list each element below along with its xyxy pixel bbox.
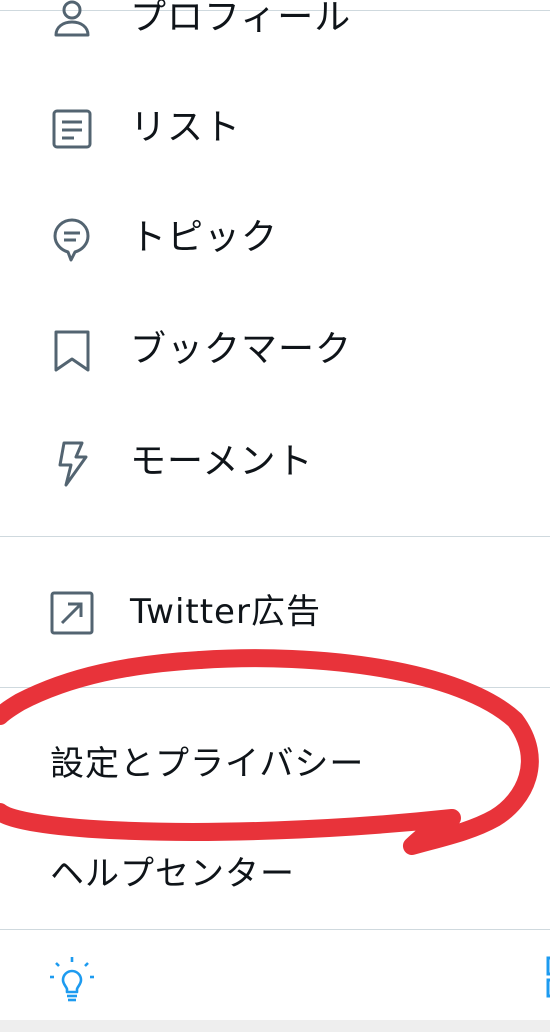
bottom-bar	[0, 930, 550, 1020]
menu-item-topics[interactable]: トピック	[0, 184, 550, 294]
person-icon	[48, 0, 96, 43]
bookmark-icon	[48, 327, 96, 375]
menu-label-profile: プロフィール	[130, 0, 352, 38]
section-divider	[0, 536, 550, 537]
section-divider	[0, 687, 550, 688]
menu-label-bookmarks: ブックマーク	[130, 329, 353, 370]
menu-item-profile[interactable]: プロフィール	[0, 0, 550, 74]
qr-code-icon[interactable]	[546, 954, 550, 1000]
topic-icon	[48, 215, 96, 263]
lightbulb-icon[interactable]	[46, 954, 98, 1006]
menu-label-moments: モーメント	[130, 441, 314, 482]
bottom-strip	[0, 1020, 550, 1032]
list-icon	[48, 105, 96, 153]
lightning-icon	[48, 439, 96, 487]
menu-item-lists[interactable]: リスト	[0, 74, 550, 184]
menu-label-lists: リスト	[130, 107, 242, 148]
external-arrow-icon	[48, 589, 96, 637]
menu-label-topics: トピック	[130, 217, 279, 258]
menu-item-bookmarks[interactable]: ブックマーク	[0, 294, 550, 404]
menu-item-moments[interactable]: モーメント	[0, 404, 550, 514]
menu-item-twitter-ads[interactable]: Twitter広告	[0, 558, 550, 668]
menu-item-help-center[interactable]: ヘルプセンター	[0, 820, 550, 930]
menu-label-twitter-ads: Twitter広告	[130, 592, 321, 632]
menu-item-settings-privacy[interactable]: 設定とプライバシー	[0, 710, 550, 820]
menu-label-settings-privacy: 設定とプライバシー	[50, 744, 365, 784]
menu-label-help-center: ヘルプセンター	[50, 854, 295, 894]
